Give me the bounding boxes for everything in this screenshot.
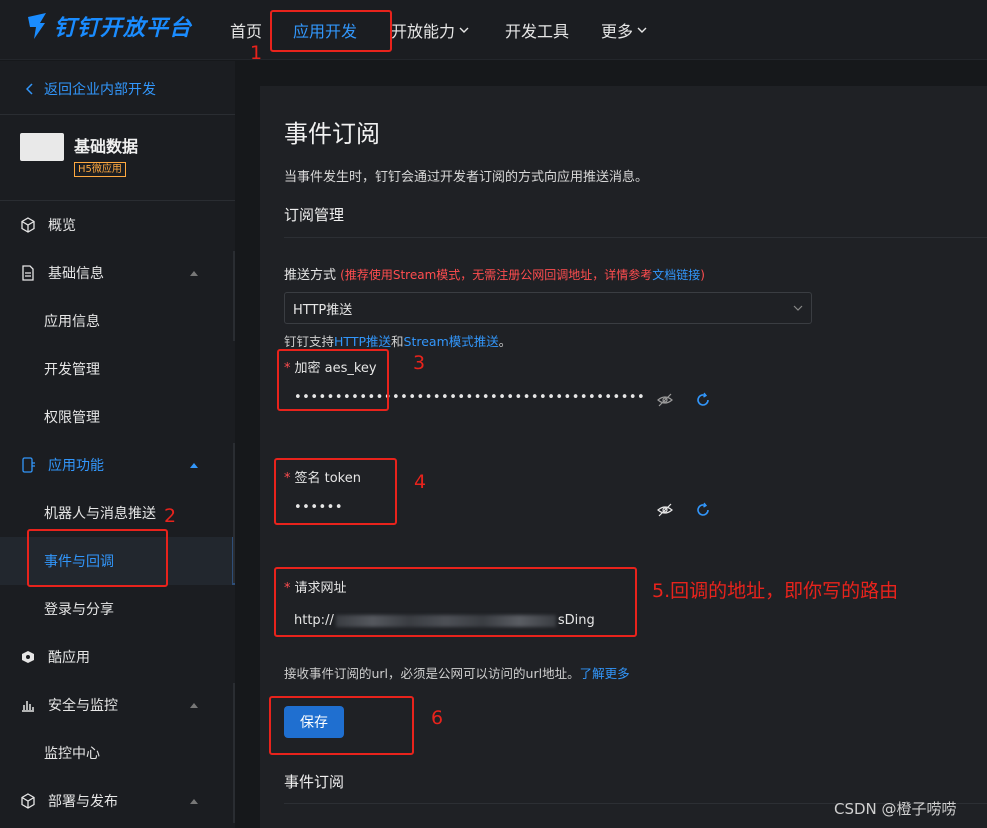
sidebar-item-app-features[interactable]: 应用功能: [0, 441, 235, 489]
app-card: 基础数据 H5微应用: [20, 133, 138, 177]
push-mode-select[interactable]: HTTP推送: [284, 292, 812, 324]
back-link-label: 返回企业内部开发: [44, 82, 156, 98]
annotation-box-1: [270, 10, 392, 52]
cool-app-icon: [22, 651, 34, 663]
push-mode-label-text: 推送方式: [284, 268, 337, 283]
sidebar-item-label: 登录与分享: [44, 602, 114, 618]
sidebar-item-label: 开发管理: [44, 362, 100, 378]
eye-hidden-icon[interactable]: [657, 392, 673, 408]
sidebar-scrollbar[interactable]: [233, 251, 235, 341]
nav-home[interactable]: 首页: [230, 18, 262, 42]
sidebar-item-monitoring-center[interactable]: 监控中心: [0, 729, 235, 777]
sidebar-item-label: 监控中心: [44, 746, 100, 762]
sidebar-item-label: 机器人与消息推送: [44, 506, 156, 522]
sidebar-item-label: 部署与发布: [48, 794, 118, 810]
logo-text: 钉钉开放平台: [54, 16, 193, 41]
annotation-label-3: 3: [413, 352, 426, 374]
push-mode-selected: HTTP推送: [293, 303, 353, 318]
http-push-link[interactable]: HTTP推送: [334, 334, 391, 349]
push-mode-note-end: ): [700, 268, 705, 282]
app-name: 基础数据: [74, 137, 139, 156]
sidebar-item-label: 安全与监控: [48, 698, 118, 714]
sidebar-item-login-share[interactable]: 登录与分享: [0, 585, 235, 633]
help-text: 钉钉支持: [284, 334, 335, 349]
sidebar-item-security-monitoring[interactable]: 安全与监控: [0, 681, 235, 729]
nav-more[interactable]: 更多: [601, 18, 647, 42]
annotation-box-4: [274, 458, 397, 525]
divider: [0, 114, 235, 115]
chevron-down-icon: [637, 27, 647, 33]
sidebar-item-dev-management[interactable]: 开发管理: [0, 345, 235, 393]
annotation-label-2: 2: [164, 505, 177, 527]
push-mode-note-text: (推荐使用Stream模式，无需注册公网回调地址，详情参考: [340, 268, 653, 282]
nav-dev-tools[interactable]: 开发工具: [505, 18, 569, 42]
caret-up-icon: [190, 271, 198, 276]
app-type-badge: H5微应用: [74, 162, 126, 177]
sidebar: 返回企业内部开发 基础数据 H5微应用 概览 基础信息 应用信息 开发管理 权限…: [0, 61, 235, 828]
sidebar-item-overview[interactable]: 概览: [0, 201, 235, 249]
cube-icon: [21, 793, 35, 809]
nav-more-label: 更多: [601, 22, 634, 41]
chevron-down-icon: [793, 305, 803, 311]
help-text: 。: [498, 334, 512, 349]
chevron-left-icon: [26, 83, 33, 95]
annotation-label-1: 1: [250, 42, 263, 64]
page-title: 事件订阅: [284, 120, 380, 148]
sidebar-item-label: 应用信息: [44, 314, 100, 330]
phone-icon: [22, 457, 35, 473]
doc-link[interactable]: 文档链接: [652, 268, 700, 282]
sidebar-item-basic-info[interactable]: 基础信息: [0, 249, 235, 297]
dingtalk-logo-icon: [28, 13, 46, 39]
sidebar-item-cool-apps[interactable]: 酷应用: [0, 633, 235, 681]
nav-open-capability-label: 开放能力: [391, 22, 456, 41]
url-help: 接收事件订阅的url，必须是公网可以访问的url地址。了解更多: [284, 663, 630, 682]
annotation-box-3: [277, 349, 389, 411]
url-help-text: 接收事件订阅的url，必须是公网可以访问的url地址。: [284, 666, 580, 681]
caret-up-icon: [190, 463, 198, 468]
cube-icon: [21, 217, 35, 233]
sidebar-item-label: 酷应用: [48, 650, 90, 666]
sidebar-item-label: 基础信息: [48, 266, 104, 282]
nav-open-capability[interactable]: 开放能力: [391, 18, 469, 42]
learn-more-link[interactable]: 了解更多: [580, 666, 630, 681]
refresh-icon[interactable]: [695, 502, 711, 518]
section-title-event-subscription: 事件订阅: [284, 773, 345, 791]
sidebar-item-label: 应用功能: [48, 458, 104, 474]
back-link[interactable]: 返回企业内部开发: [26, 79, 156, 99]
caret-up-icon: [190, 703, 198, 708]
help-text: 和: [391, 334, 404, 349]
page-description: 当事件发生时，钉钉会通过开发者订阅的方式向应用推送消息。: [284, 170, 649, 185]
annotation-box-6: [269, 696, 414, 755]
watermark: CSDN @橙子唠唠: [834, 800, 957, 818]
push-mode-help: 钉钉支持HTTP推送和Stream模式推送。: [284, 331, 511, 350]
sidebar-scrollbar[interactable]: [233, 443, 235, 583]
divider: [284, 237, 987, 238]
eye-hidden-icon[interactable]: [657, 502, 673, 518]
top-navbar: 钉钉开放平台 首页 应用开发 开放能力 开发工具 更多: [0, 0, 987, 60]
chevron-down-icon: [459, 27, 469, 33]
section-title-subscription: 订阅管理: [284, 206, 345, 224]
refresh-icon[interactable]: [695, 392, 711, 408]
annotation-label-6: 6: [431, 707, 444, 729]
document-icon: [22, 265, 34, 281]
annotation-label-4: 4: [414, 471, 427, 493]
sidebar-scrollbar[interactable]: [233, 683, 235, 823]
sidebar-item-deploy-release[interactable]: 部署与发布: [0, 777, 235, 825]
annotation-label-5: 5.回调的地址，即你写的路由: [652, 580, 899, 602]
push-mode-note: (推荐使用Stream模式，无需注册公网回调地址，详情参考文档链接): [340, 268, 705, 282]
sidebar-item-app-info[interactable]: 应用信息: [0, 297, 235, 345]
stream-push-link[interactable]: Stream模式推送: [404, 334, 499, 349]
logo[interactable]: 钉钉开放平台: [26, 10, 192, 42]
bar-chart-icon: [22, 701, 34, 712]
caret-up-icon: [190, 799, 198, 804]
app-thumbnail: [20, 133, 64, 161]
sidebar-item-label: 概览: [48, 218, 76, 234]
annotation-box-5: [274, 567, 637, 637]
sidebar-item-permissions[interactable]: 权限管理: [0, 393, 235, 441]
push-mode-label: 推送方式 (推荐使用Stream模式，无需注册公网回调地址，详情参考文档链接): [284, 264, 705, 283]
annotation-box-2: [27, 529, 168, 587]
sidebar-item-label: 权限管理: [44, 410, 100, 426]
